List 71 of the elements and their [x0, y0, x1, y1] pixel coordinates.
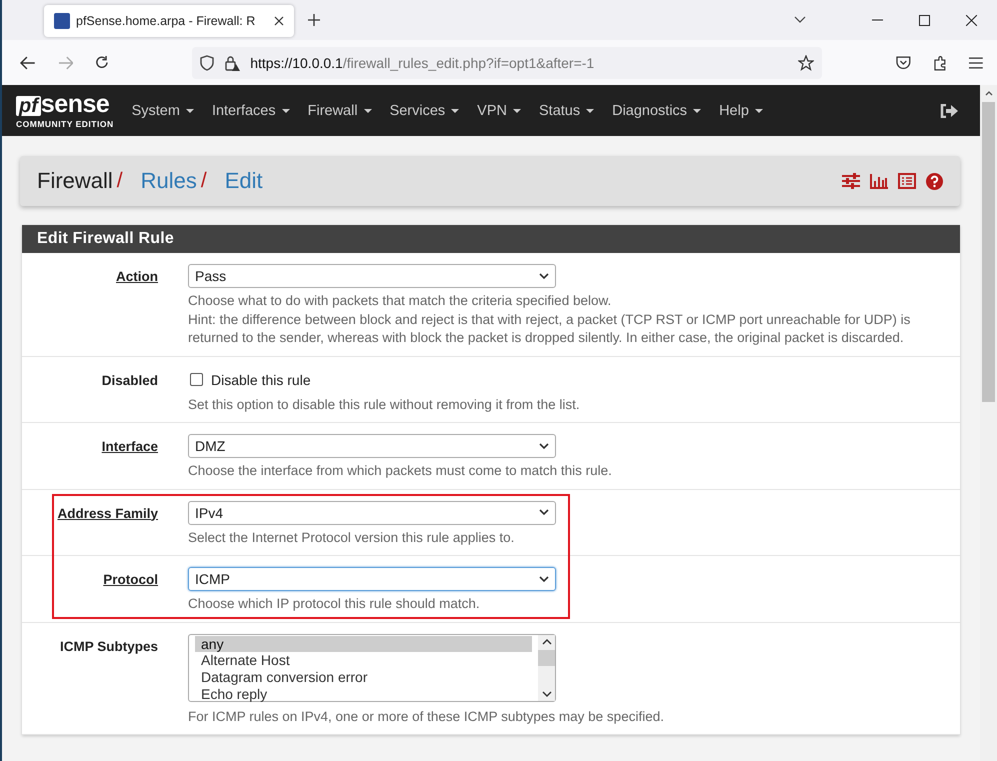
panel-header: Edit Firewall Rule — [22, 225, 960, 253]
new-tab-icon[interactable] — [308, 14, 320, 26]
menu-icon[interactable] — [969, 56, 984, 68]
nav-menu[interactable]: System — [132, 102, 194, 118]
chevron-down-icon — [539, 442, 549, 450]
field-label: Disabled — [102, 372, 158, 388]
scrollbar-thumb[interactable] — [982, 102, 995, 402]
scroll-down-icon[interactable] — [542, 690, 552, 696]
close-icon[interactable] — [966, 14, 977, 26]
sliders-icon[interactable] — [842, 173, 860, 189]
pocket-icon[interactable] — [896, 56, 910, 70]
field-label: Protocol — [103, 572, 158, 587]
help-text: Hint: the difference between block and reject is that with reject, a packet (TCP RST or ICMP port unreachable for UDP) is returned to the sender, whereas with block the packet is dropped silently. In either case, the original packet is discarded. — [188, 310, 912, 347]
reload-icon[interactable] — [95, 55, 110, 70]
nav-menu[interactable]: Status — [539, 102, 594, 118]
breadcrumb-separator: / — [200, 169, 207, 193]
chevron-down-icon — [539, 272, 549, 280]
field-label: Action — [116, 269, 158, 284]
help-icon[interactable] — [926, 172, 943, 190]
help-text: Set this option to disable this rule without removing it from the list. — [188, 396, 581, 414]
list-box[interactable]: any Alternate Host Datagram conversion error Echo reply — [188, 634, 556, 702]
scroll-up-icon[interactable] — [542, 638, 552, 644]
field-label: Interface — [102, 439, 158, 454]
nav-menu[interactable]: Help — [719, 102, 763, 118]
browser-tab[interactable]: pfSense.home.arpa - Firewall: R — [44, 5, 294, 37]
bookmark-star-icon[interactable] — [798, 54, 814, 70]
maximize-icon[interactable] — [919, 14, 930, 26]
select-field[interactable]: ICMP — [188, 567, 556, 591]
favicon-icon — [54, 13, 70, 29]
list-icon[interactable] — [898, 173, 916, 189]
tab-title: pfSense.home.arpa - Firewall: R — [76, 14, 256, 28]
scrollbar-thumb[interactable] — [538, 650, 555, 666]
nav-menu[interactable]: Diagnostics — [612, 102, 702, 118]
scrollbar[interactable] — [538, 634, 555, 700]
help-text: Choose the interface from which packets must come to match this rule. — [188, 462, 613, 480]
select-field[interactable]: DMZ — [188, 434, 556, 458]
field-label: Address Family — [57, 506, 158, 520]
field-label: ICMP Subtypes — [60, 638, 158, 654]
chevron-down-icon — [539, 576, 549, 582]
address-bar[interactable]: https://10.0.0.1/firewall_rules_edit.php?if=opt1&after=-1 — [192, 46, 822, 78]
help-text: Choose what to do with packets that match the criteria specified below. — [188, 292, 612, 310]
nav-menu[interactable]: Firewall — [308, 102, 372, 118]
list-option[interactable]: any — [195, 636, 532, 652]
url-text: https://10.0.0.1/firewall_rules_edit.php?if=opt1&after=-1 — [250, 54, 594, 70]
lock-warning-icon — [224, 54, 240, 70]
scroll-up-icon[interactable] — [984, 91, 992, 96]
nav-menu[interactable]: VPN — [477, 102, 521, 118]
breadcrumb-item: Firewall — [37, 168, 113, 194]
list-option[interactable]: Datagram conversion error — [195, 669, 532, 686]
select-field[interactable]: IPv4 — [188, 500, 556, 524]
help-text: For ICMP rules on IPv4, one or more of these ICMP subtypes may be specified. — [188, 708, 665, 726]
pfsense-logo[interactable]: pfsense COMMUNITY EDITION — [16, 92, 114, 129]
select-field[interactable]: Pass — [188, 264, 556, 288]
minimize-icon[interactable] — [872, 19, 883, 21]
extensions-icon[interactable] — [932, 54, 948, 70]
list-option[interactable]: Alternate Host — [195, 652, 532, 670]
logout-icon[interactable] — [940, 104, 958, 118]
help-text: Select the Internet Protocol version this rule applies to. — [188, 528, 516, 547]
nav-menu[interactable]: Interfaces — [212, 102, 290, 118]
breadcrumb-separator: / — [116, 169, 123, 193]
checkbox-label[interactable]: Disable this rule — [211, 372, 311, 388]
nav-menu[interactable]: Services — [390, 102, 460, 118]
chevron-down-icon — [539, 509, 549, 516]
list-option[interactable]: Echo reply — [195, 686, 532, 703]
chevron-down-icon[interactable] — [794, 16, 806, 24]
back-icon[interactable] — [20, 56, 36, 70]
bar-chart-icon[interactable] — [870, 174, 888, 188]
shield-icon — [200, 54, 214, 70]
checkbox[interactable] — [190, 373, 203, 386]
close-tab-icon[interactable] — [274, 16, 284, 26]
help-text: Choose which IP protocol this rule should match. — [188, 595, 481, 613]
